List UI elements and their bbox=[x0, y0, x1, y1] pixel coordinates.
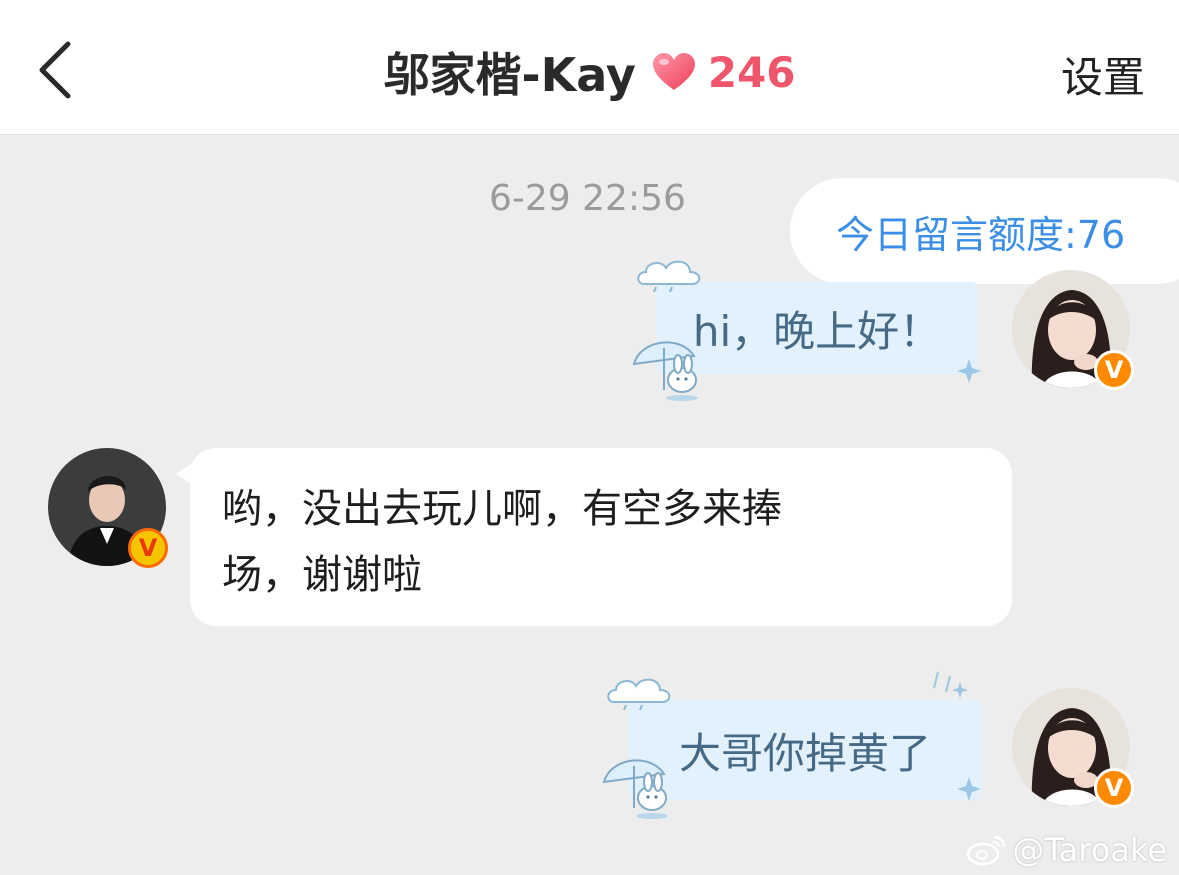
message-timestamp: 6-29 22:56 bbox=[489, 178, 686, 219]
message-quota-badge[interactable]: 今日留言额度:76 bbox=[790, 178, 1179, 284]
verified-badge-icon: V bbox=[1094, 350, 1134, 390]
settings-button[interactable]: 设置 bbox=[1061, 44, 1145, 105]
my-avatar[interactable]: V bbox=[1012, 688, 1134, 808]
incoming-bubble[interactable]: 哟，没出去玩儿啊，有空多来捧 场，谢谢啦 bbox=[190, 448, 1012, 626]
message-quota-label: 今日留言额度:76 bbox=[836, 212, 1126, 257]
message-text: hi，晚上好！ bbox=[692, 306, 942, 356]
chat-header: 邬家楷-Kay 246 设置 bbox=[0, 0, 1179, 135]
outgoing-bubble[interactable]: 大哥你掉黄了 bbox=[628, 700, 982, 800]
chat-title: 邬家楷-Kay bbox=[383, 48, 636, 102]
umbrella-bunny-icon bbox=[602, 759, 668, 819]
sparkle-icon bbox=[957, 359, 981, 383]
cloud-icon bbox=[607, 678, 671, 710]
cloud-icon bbox=[637, 260, 701, 292]
chat-title-group: 邬家楷-Kay 246 bbox=[0, 38, 1179, 106]
verified-badge-icon: V bbox=[128, 528, 168, 568]
sparkle-icon bbox=[957, 777, 981, 801]
rain-streaks-icon bbox=[933, 671, 968, 698]
message-line: 场，谢谢啦 bbox=[222, 552, 422, 598]
heart-icon bbox=[652, 53, 695, 90]
message-text: 大哥你掉黄了 bbox=[678, 728, 931, 778]
umbrella-bunny-icon bbox=[632, 341, 698, 401]
watermark-text: @Taroake bbox=[1012, 831, 1167, 869]
intimacy-count: 246 bbox=[707, 47, 796, 97]
verified-badge-icon: V bbox=[1094, 768, 1134, 808]
watermark: @Taroake bbox=[966, 831, 1167, 869]
contact-avatar[interactable]: V bbox=[48, 448, 168, 568]
my-avatar[interactable]: V bbox=[1012, 270, 1134, 390]
message-line: 哟，没出去玩儿啊，有空多来捧 bbox=[222, 486, 782, 532]
weibo-logo-icon bbox=[967, 835, 1006, 866]
